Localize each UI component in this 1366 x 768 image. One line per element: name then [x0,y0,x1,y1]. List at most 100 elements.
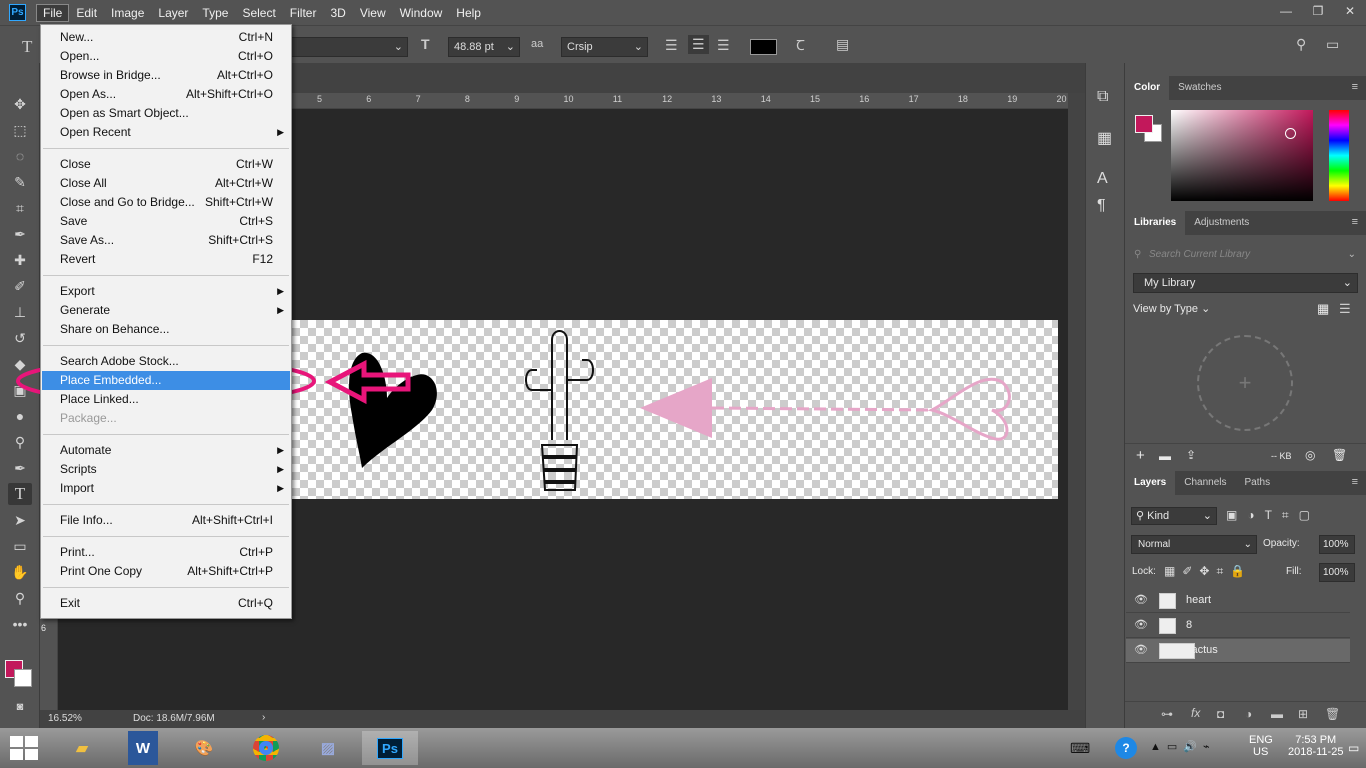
character-panel-icon[interactable]: ▤ [836,36,849,53]
file-menu-item[interactable]: Revert F12 [42,250,290,269]
workspace-icon[interactable]: ▭ [1326,36,1339,53]
file-explorer-icon[interactable]: ▰ [54,731,110,765]
zoom-level[interactable]: 16.52% [48,713,82,724]
tab-channels[interactable]: Channels [1175,471,1235,495]
language-indicator[interactable]: ENG US [1249,734,1273,758]
path-select-tool-icon[interactable]: ➤ [8,509,32,531]
hand-tool-icon[interactable]: ✋ [8,561,32,583]
adjustment-layer-icon[interactable]: ◑ [1245,707,1252,721]
file-menu-item[interactable]: Place Embedded... [42,371,290,390]
visibility-eye-icon[interactable]: 👁 [1134,618,1148,631]
file-menu-item[interactable]: Browse in Bridge... Alt+Ctrl+O [42,66,290,85]
file-menu-item[interactable]: Share on Behance... [42,320,290,339]
menu-help[interactable]: Help [449,4,488,22]
clone-stamp-tool-icon[interactable]: ⊥ [8,301,32,323]
paragraph-panel-icon[interactable]: ¶ [1097,197,1106,215]
file-menu-item[interactable]: Import ▶ [42,479,290,498]
font-style-select[interactable]: ⌄ [290,37,408,57]
font-size-field[interactable]: 48.88 pt ⌄ [448,37,520,57]
delete-layer-icon[interactable]: 🗑 [1325,707,1340,721]
dodge-tool-icon[interactable]: ⚲ [8,431,32,453]
tab-paths[interactable]: Paths [1236,471,1280,495]
new-layer-icon[interactable]: ⊞ [1298,707,1308,721]
layer-row[interactable]: 👁 8 [1126,614,1350,638]
file-menu-item[interactable]: Search Adobe Stock... [42,352,290,371]
history-panel-icon[interactable]: ⧉ [1097,88,1108,106]
3d-panel-icon[interactable]: ▦ [1097,128,1112,148]
file-menu-item[interactable]: Export ▶ [42,282,290,301]
zoom-tool-icon[interactable]: ⚲ [8,587,32,609]
new-group-icon[interactable]: ▬ [1271,707,1283,721]
color-picker-circle[interactable] [1285,128,1296,139]
tab-layers[interactable]: Layers [1125,471,1176,495]
blend-mode-select[interactable]: Normal ⌄ [1131,535,1257,554]
chrome-icon[interactable] [238,731,294,765]
fx-icon[interactable]: fx [1191,706,1200,720]
file-menu-item[interactable]: Open Recent ▶ [42,123,290,142]
hue-slider[interactable] [1329,110,1349,201]
menu-filter[interactable]: Filter [283,4,324,22]
view-by-type-select[interactable]: View by Type ⌄ [1133,302,1210,315]
antialias-select[interactable]: Crsip ⌄ [561,37,648,57]
file-menu-item[interactable]: Close and Go to Bridge... Shift+Ctrl+W [42,193,290,212]
menu-type[interactable]: Type [195,4,235,22]
vertical-scrollbar[interactable] [1068,93,1085,710]
panel-menu-icon[interactable]: ≡ [1352,216,1358,228]
more-tools-icon[interactable]: ••• [8,613,32,635]
file-menu-item[interactable]: Save Ctrl+S [42,212,290,231]
blur-tool-icon[interactable]: ● [8,405,32,427]
photoshop-taskbar-icon[interactable]: Ps [362,731,418,765]
file-menu-item[interactable]: Open as Smart Object... [42,104,290,123]
tab-adjustments[interactable]: Adjustments [1185,211,1258,235]
file-menu-item[interactable]: Place Linked... [42,390,290,409]
word-icon[interactable]: W [128,731,158,765]
menu-layer[interactable]: Layer [151,4,195,22]
rectangle-tool-icon[interactable]: ▭ [8,535,32,557]
tray-icons[interactable]: ▲▭🔊⌁ [1150,740,1216,753]
type-tool-icon[interactable]: T [8,483,32,505]
file-menu-item[interactable]: File Info... Alt+Shift+Ctrl+I [42,511,290,530]
file-menu-item[interactable]: Exit Ctrl+Q [42,594,290,613]
close-window-button[interactable]: ✕ [1334,0,1366,22]
clock[interactable]: 7:53 PM 2018-11-25 [1288,734,1343,758]
start-button[interactable] [10,736,38,760]
link-layers-icon[interactable]: ⊶ [1161,707,1173,721]
panel-menu-icon[interactable]: ≡ [1352,476,1358,488]
menu-window[interactable]: Window [393,4,450,22]
file-menu-item[interactable]: New... Ctrl+N [42,28,290,47]
layer-kind-filter[interactable]: ⚲ Kind ⌄ [1131,507,1217,525]
marquee-tool-icon[interactable]: ⬚ [8,119,32,141]
library-select[interactable]: My Library ⌄ [1133,273,1358,293]
eraser-tool-icon[interactable]: ◆ [8,353,32,375]
keyboard-icon[interactable]: ⌨ [1070,740,1090,757]
align-right-icon[interactable]: ☰ [717,37,730,54]
brush-tool-icon[interactable]: ✐ [8,275,32,297]
history-brush-tool-icon[interactable]: ↺ [8,327,32,349]
tab-libraries[interactable]: Libraries [1125,211,1186,235]
pen-tool-icon[interactable]: ✒ [8,457,32,479]
mask-icon[interactable]: ◘ [1217,707,1224,721]
quick-mask-icon[interactable]: ◙ [8,696,32,718]
character-panel-icon[interactable]: A [1097,170,1108,188]
warp-text-icon[interactable]: Ꞇ [796,36,805,55]
menu-file[interactable]: File [36,3,70,22]
sync-icon[interactable]: ◎ [1305,448,1315,462]
quick-select-tool-icon[interactable]: ✎ [8,171,32,193]
trash-icon[interactable]: 🗑 [1332,448,1347,462]
healing-brush-tool-icon[interactable]: ✚ [8,249,32,271]
add-icon[interactable]: + [1136,447,1145,464]
minimize-button[interactable]: — [1270,0,1302,22]
file-menu-item[interactable]: Open As... Alt+Shift+Ctrl+O [42,85,290,104]
panel-menu-icon[interactable]: ≡ [1352,81,1358,93]
type-tool-icon[interactable]: T [22,37,32,57]
library-search-input[interactable]: ⚲ Search Current Library ⌄ [1133,246,1358,264]
fill-field[interactable]: 100% [1319,563,1355,582]
layer-row[interactable]: 👁 heart [1126,589,1350,613]
document-image[interactable] [292,320,1058,499]
layer-row[interactable]: 👁 cactus [1126,639,1350,663]
file-menu-item[interactable]: Scripts ▶ [42,460,290,479]
move-tool-icon[interactable]: ✥ [8,93,32,115]
lock-icons[interactable]: ▦✐✥⌗🔒 [1164,564,1252,579]
crop-tool-icon[interactable]: ⌗ [8,197,32,219]
photos-icon[interactable]: ▨ [300,731,356,765]
